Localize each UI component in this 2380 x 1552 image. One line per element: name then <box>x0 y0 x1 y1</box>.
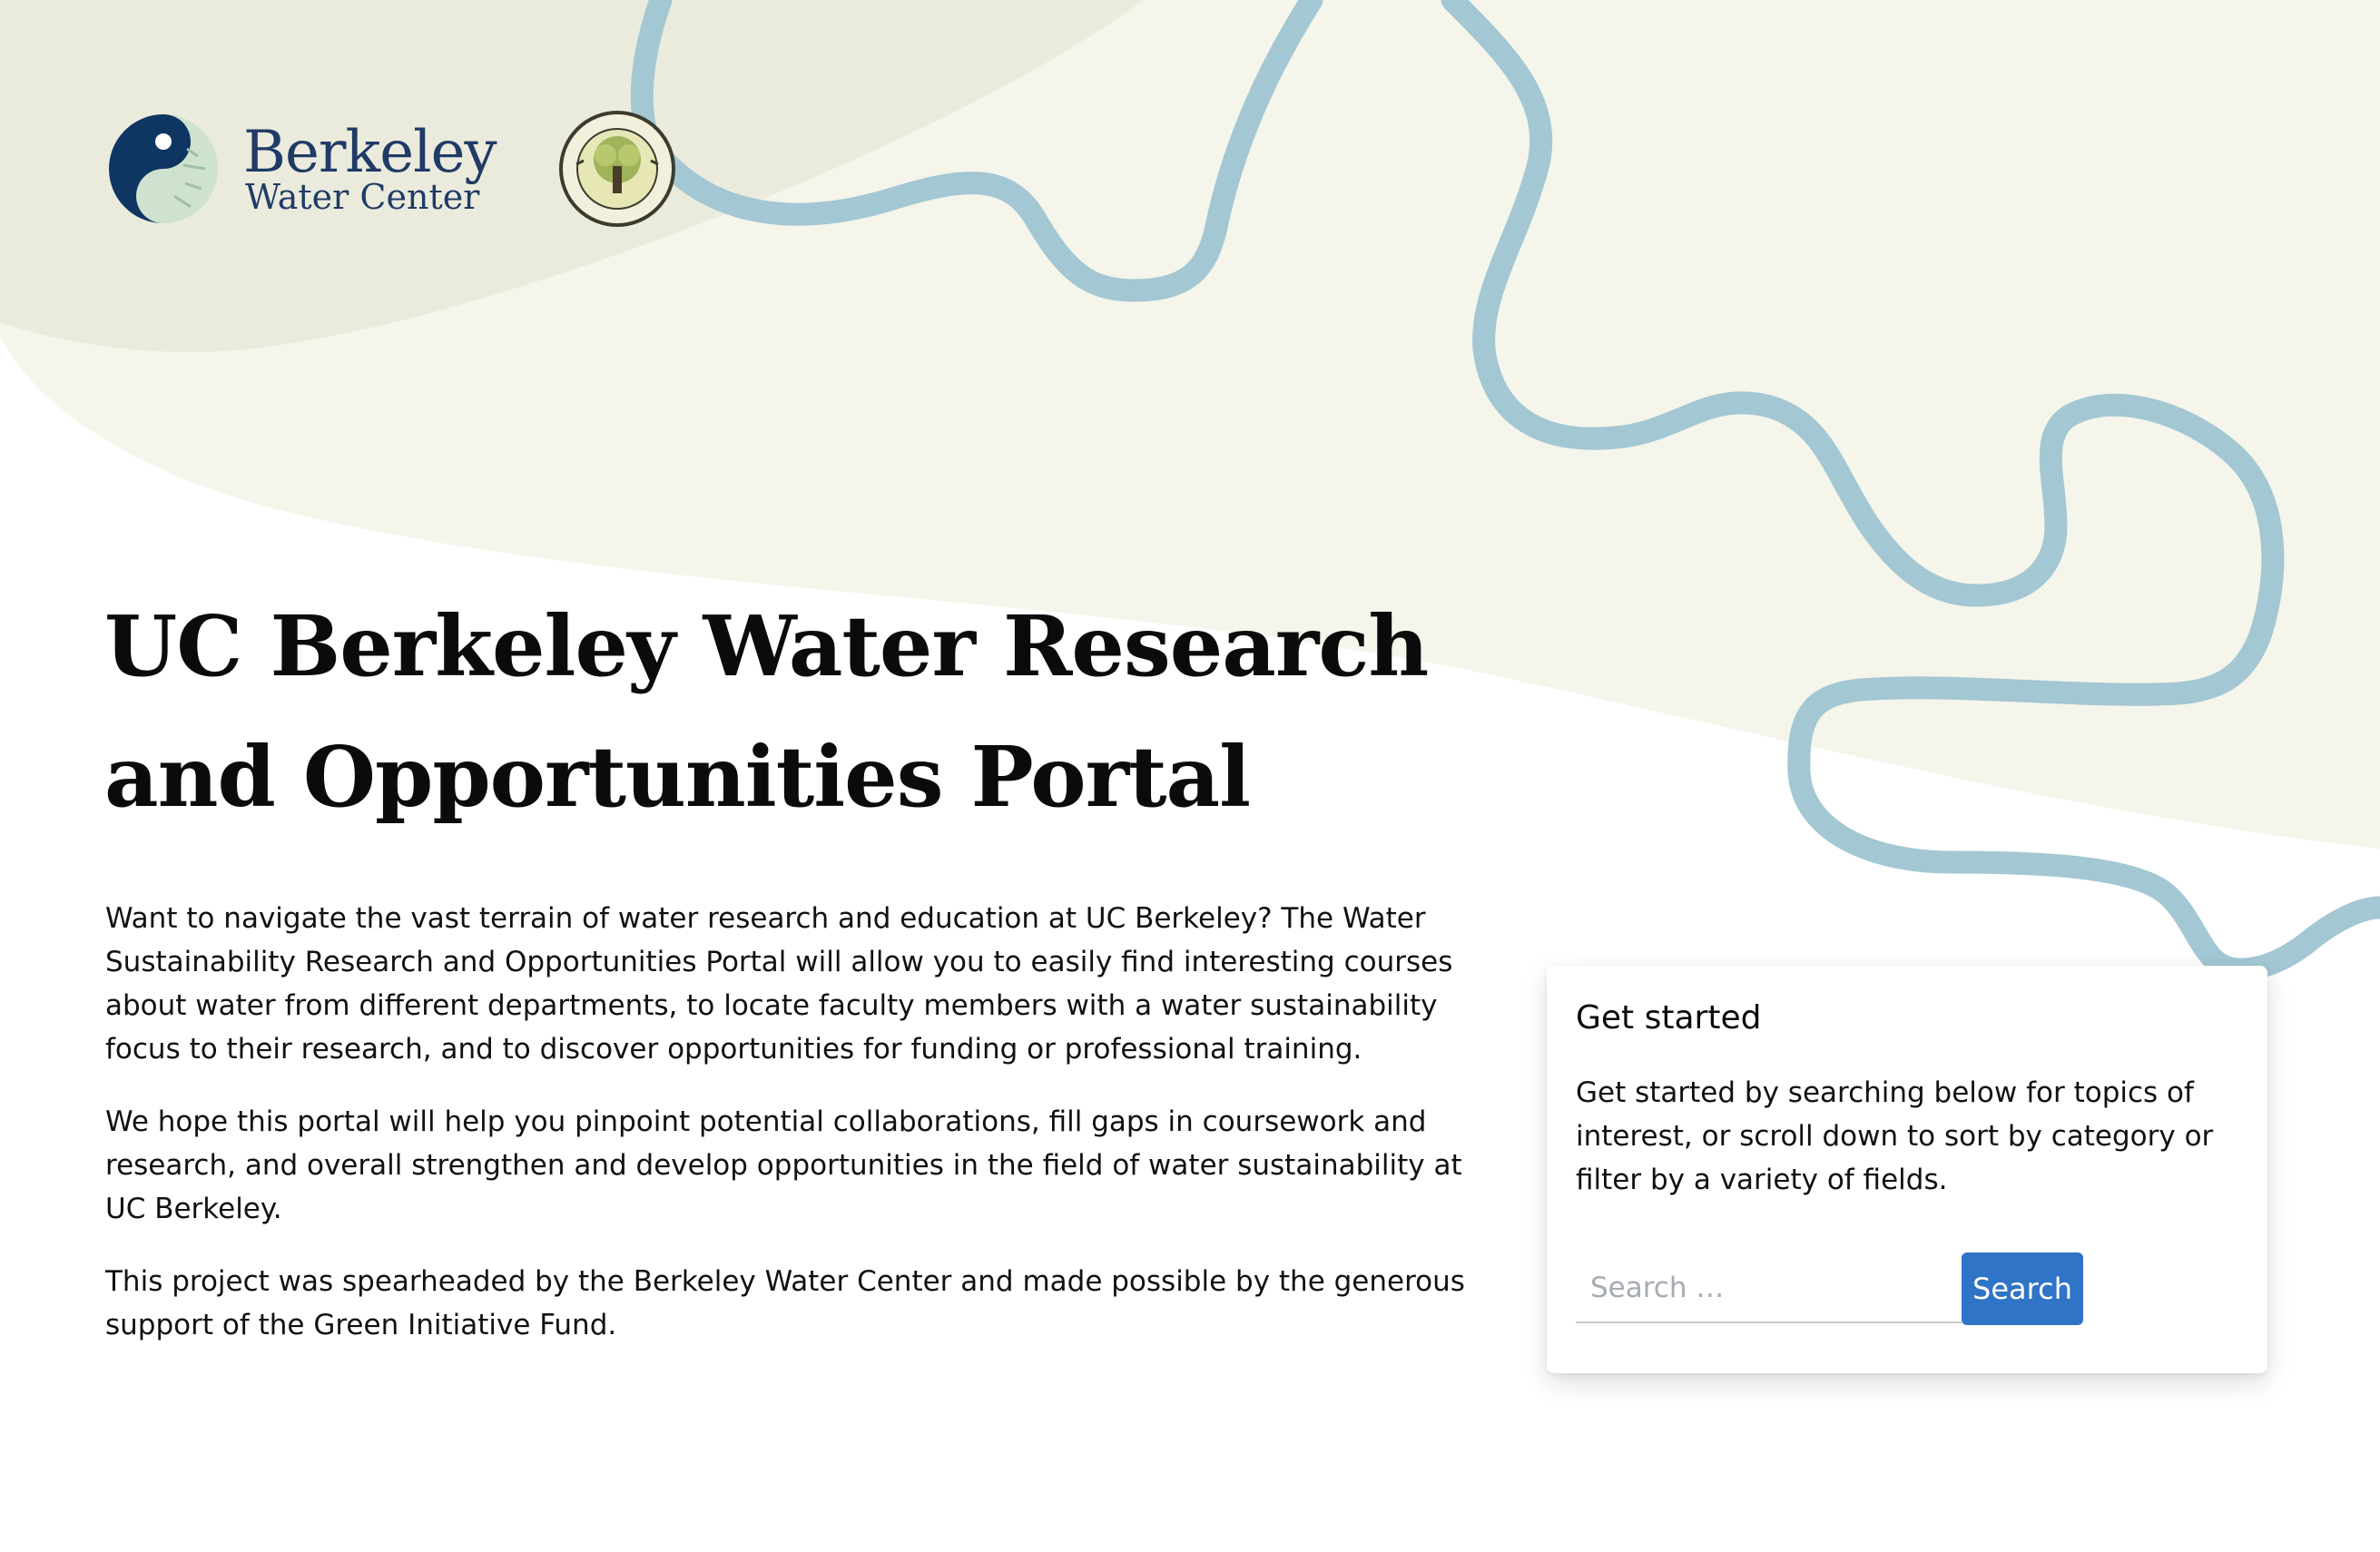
intro-section: Want to navigate the vast terrain of wat… <box>105 897 1508 1376</box>
header-logos: Berkeley Water Center <box>107 107 676 230</box>
page-title: UC Berkeley Water Research and Opportuni… <box>104 597 1429 826</box>
get-started-heading: Get started <box>1576 999 1762 1036</box>
berkeley-water-center-emblem-icon <box>109 113 218 223</box>
search-button[interactable]: Search <box>1962 1252 2083 1325</box>
intro-paragraph: Want to navigate the vast terrain of wat… <box>105 902 1453 1066</box>
berkeley-water-center-logo[interactable]: Berkeley Water Center <box>107 113 497 225</box>
search-input[interactable] <box>1576 1254 1962 1323</box>
intro-paragraph: This project was spearheaded by the Berk… <box>105 1265 1465 1341</box>
get-started-card: Get started Get started by searching bel… <box>1547 966 2267 1373</box>
get-started-description: Get started by searching below for topic… <box>1576 1076 2214 1196</box>
green-initiative-fund-logo-icon[interactable] <box>558 110 676 228</box>
search-form: Search <box>1576 1251 2083 1325</box>
logo-text-berkeley: Berkeley <box>243 118 497 186</box>
intro-paragraph: We hope this portal will help you pinpoi… <box>105 1105 1462 1225</box>
logo-text-water-center: Water Center <box>245 176 480 217</box>
